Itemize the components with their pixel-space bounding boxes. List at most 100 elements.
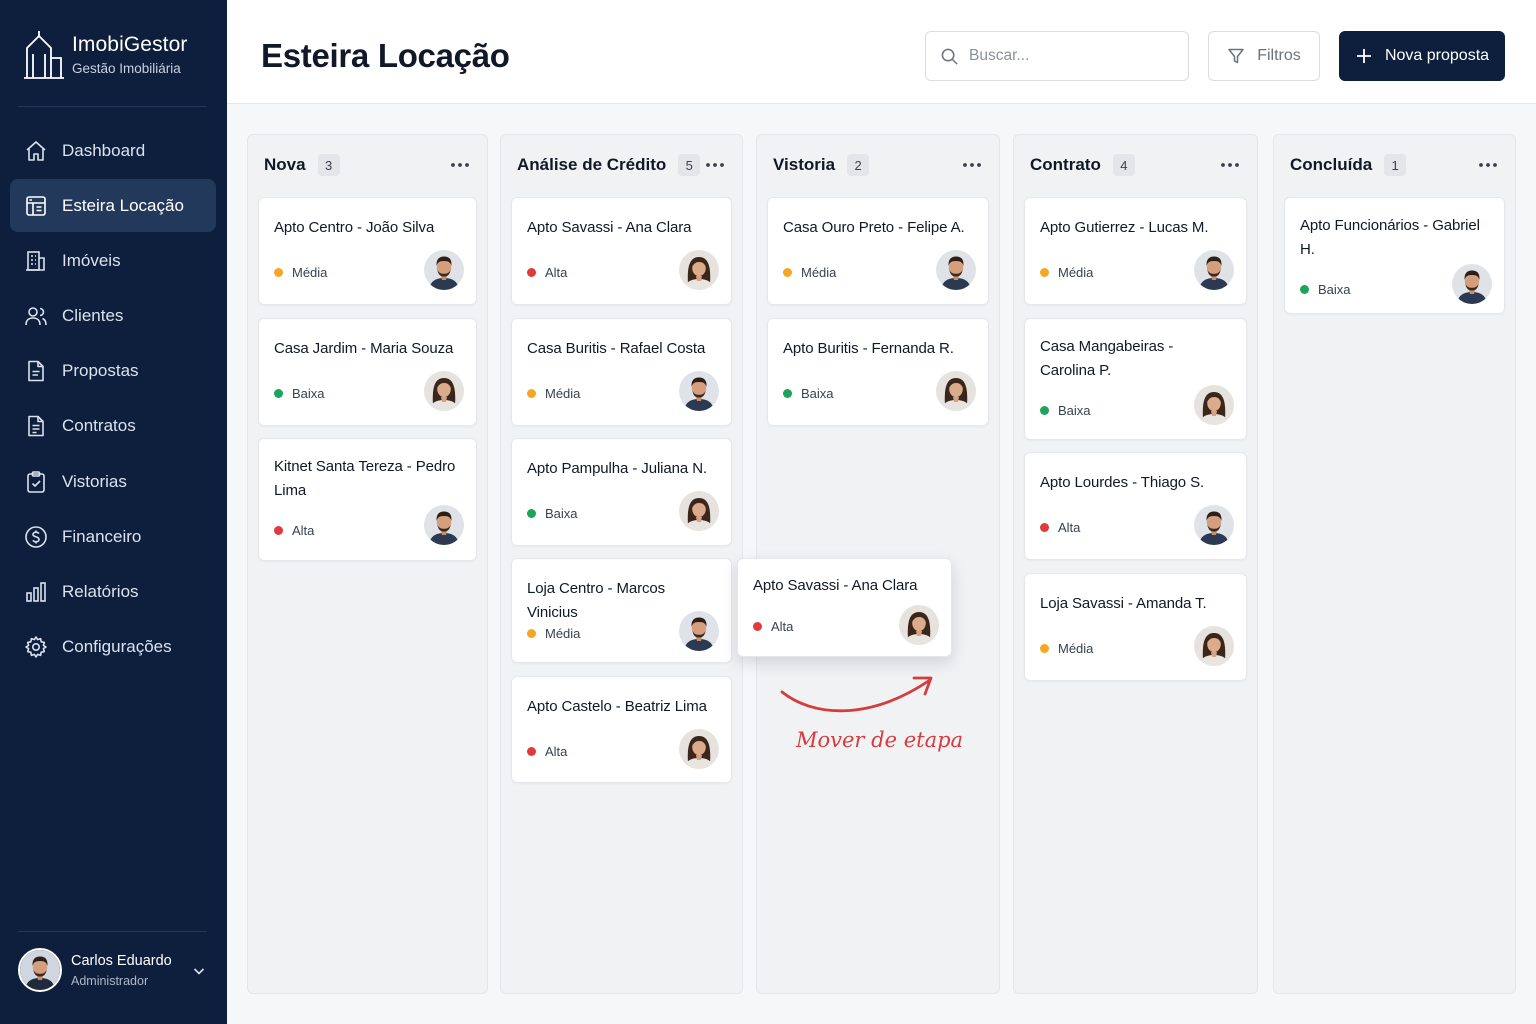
users-icon — [24, 304, 48, 328]
kanban-card[interactable]: Apto Gutierrez - Lucas M. Média — [1024, 197, 1247, 305]
header: Esteira Locação Filtros Nova proposta — [227, 0, 1536, 104]
dollar-icon — [24, 525, 48, 549]
more-options-icon[interactable] — [449, 155, 471, 175]
column-analise-de-credito[interactable]: Análise de Crédito 5 Apto Savassi - Ana Cl… — [500, 134, 743, 994]
user-menu[interactable]: Carlos Eduardo Administrador — [18, 948, 210, 992]
building-icon — [24, 249, 48, 273]
chevron-down-icon[interactable] — [192, 964, 206, 978]
nav-item-vistorias[interactable]: Vistorias — [10, 455, 216, 508]
priority-label: Alta — [292, 523, 315, 538]
kanban-card[interactable]: Casa Buritis - Rafael Costa Média — [511, 318, 732, 426]
priority-dot — [527, 629, 536, 638]
avatar — [679, 491, 719, 531]
kanban-card[interactable]: Loja Savassi - Amanda T. Média — [1024, 573, 1247, 681]
priority-dot — [1040, 644, 1049, 653]
move-annotation: Mover de etapa — [796, 728, 964, 752]
filters-button[interactable]: Filtros — [1208, 31, 1320, 81]
nav-label: Vistorias — [62, 471, 127, 491]
priority-dot — [1040, 268, 1049, 277]
kanban-card[interactable]: Casa Mangabeiras - Carolina P. Baixa — [1024, 318, 1247, 440]
contract-icon — [24, 414, 48, 438]
search-input[interactable] — [969, 47, 1159, 65]
card-title: Apto Pampulha - Juliana N. — [527, 460, 708, 477]
avatar — [1194, 505, 1234, 545]
priority-badge: Alta — [753, 619, 793, 634]
kanban-card[interactable]: Apto Castelo - Beatriz Lima Alta — [511, 676, 732, 783]
priority-label: Média — [545, 626, 581, 641]
card-title: Casa Ouro Preto - Felipe A. — [783, 219, 965, 236]
nav-item-contratos[interactable]: Contratos — [10, 400, 216, 453]
building-logo-icon — [24, 31, 64, 79]
priority-badge: Baixa — [1300, 282, 1351, 297]
brand-name: ImobiGestor — [72, 32, 188, 56]
nav-item-clientes[interactable]: Clientes — [10, 290, 216, 343]
nav-item-propostas[interactable]: Propostas — [10, 345, 216, 398]
priority-label: Média — [1058, 265, 1094, 280]
column-title: Nova — [264, 155, 306, 174]
kanban-card[interactable]: Apto Centro - João Silva Média — [258, 197, 477, 305]
card-title: Apto Gutierrez - Lucas M. — [1040, 219, 1209, 236]
priority-badge: Média — [527, 626, 580, 641]
card-title: Casa Mangabeiras - Carolina P. — [1040, 338, 1174, 379]
nav-item-dashboard[interactable]: Dashboard — [10, 124, 216, 177]
column-header: Contrato 4 — [1030, 153, 1243, 177]
kanban-card[interactable]: Apto Lourdes - Thiago S. Alta — [1024, 452, 1247, 560]
priority-label: Baixa — [801, 386, 834, 401]
user-name: Carlos Eduardo — [71, 952, 172, 969]
nav-item-relatorios[interactable]: Relatórios — [10, 566, 216, 619]
kanban-card[interactable]: Apto Pampulha - Juliana N. Baixa — [511, 438, 732, 546]
new-proposal-label: Nova proposta — [1384, 47, 1490, 64]
nav-item-financeiro[interactable]: Financeiro — [10, 510, 216, 563]
sidebar-divider — [18, 106, 207, 107]
avatar — [899, 605, 939, 645]
avatar — [424, 371, 464, 411]
card-title: Apto Lourdes - Thiago S. — [1040, 474, 1205, 491]
priority-badge: Alta — [527, 265, 567, 280]
column-concluida[interactable]: Concluída 1 Apto Funcionários - Gabriel H.… — [1273, 134, 1516, 994]
new-proposal-button[interactable]: Nova proposta — [1339, 31, 1505, 81]
sidebar-nav: Dashboard Esteira Locação Imóveis Client… — [10, 124, 216, 676]
column-contrato[interactable]: Contrato 4 Apto Gutierrez - Lucas M. Média C… — [1013, 134, 1258, 994]
kanban-card[interactable]: Kitnet Santa Tereza - Pedro Lima Alta — [258, 438, 477, 561]
move-arrow-icon — [780, 676, 933, 713]
kanban-card[interactable]: Apto Buritis - Fernanda R. Baixa — [767, 318, 989, 426]
kanban-card[interactable]: Apto Savassi - Ana Clara Alta — [511, 197, 732, 305]
nav-item-imoveis[interactable]: Imóveis — [10, 234, 216, 287]
filter-icon — [1228, 48, 1244, 64]
dragging-card[interactable]: Apto Savassi - Ana Clara Alta — [737, 558, 952, 657]
priority-badge: Média — [783, 265, 836, 280]
search-box[interactable] — [925, 31, 1189, 81]
priority-dot — [783, 268, 792, 277]
brand[interactable]: ImobiGestor Gestão Imobiliária — [24, 28, 187, 80]
sidebar: ImobiGestor Gestão Imobiliária Dashboard… — [0, 0, 227, 1024]
kanban-card[interactable]: Loja Centro - Marcos Vinicius Média — [511, 558, 732, 663]
avatar — [424, 505, 464, 545]
priority-dot — [274, 268, 283, 277]
kanban-card[interactable]: Apto Funcionários - Gabriel H. Baixa — [1284, 197, 1505, 314]
nav-item-configuracoes[interactable]: Configurações — [10, 621, 216, 674]
nav-label: Financeiro — [62, 526, 142, 546]
priority-label: Média — [292, 265, 328, 280]
kanban-card[interactable]: Casa Ouro Preto - Felipe A. Média — [767, 197, 989, 305]
column-nova[interactable]: Nova 3 Apto Centro - João Silva Média Casa J… — [247, 134, 488, 994]
priority-dot — [753, 622, 762, 631]
more-options-icon[interactable] — [1477, 155, 1499, 175]
document-icon — [24, 359, 48, 383]
priority-dot — [783, 389, 792, 398]
more-options-icon[interactable] — [1219, 155, 1241, 175]
board-icon — [24, 194, 48, 218]
column-title: Contrato — [1030, 155, 1101, 174]
nav-label: Configurações — [62, 637, 172, 657]
avatar — [18, 948, 62, 992]
more-options-icon[interactable] — [961, 155, 983, 175]
priority-dot — [527, 268, 536, 277]
priority-badge: Baixa — [783, 386, 834, 401]
more-options-icon[interactable] — [704, 155, 726, 175]
kanban-card[interactable]: Casa Jardim - Maria Souza Baixa — [258, 318, 477, 426]
column-count-badge: 5 — [678, 154, 701, 176]
nav-item-esteira-locacao[interactable]: Esteira Locação — [10, 179, 216, 233]
page-title: Esteira Locação — [261, 37, 510, 74]
priority-dot — [1040, 523, 1049, 532]
priority-badge: Baixa — [274, 386, 325, 401]
card-title: Apto Centro - João Silva — [274, 219, 435, 236]
